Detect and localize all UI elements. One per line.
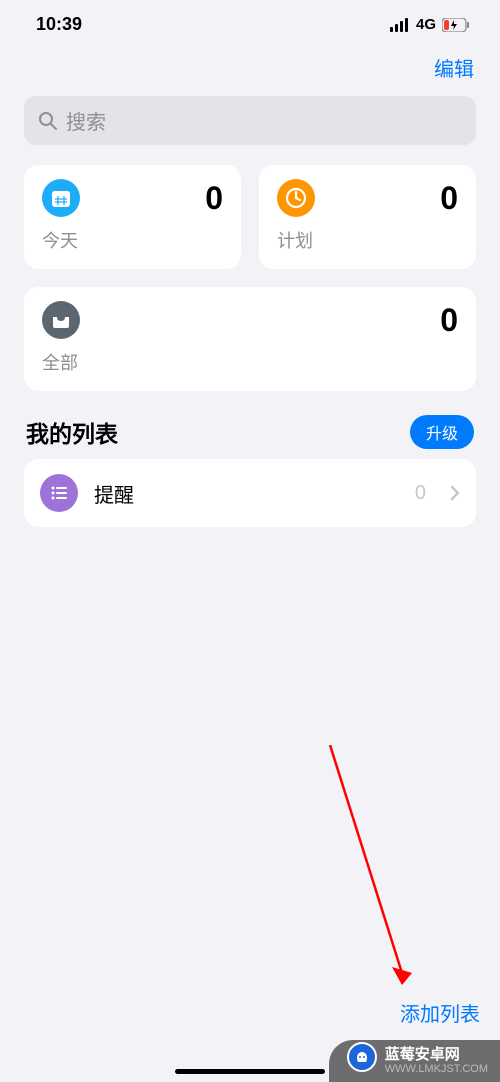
scheduled-count: 0 bbox=[440, 180, 458, 217]
cards-container: 0 今天 0 计划 0 全部 bbox=[0, 145, 500, 391]
search-placeholder: 搜索 bbox=[66, 106, 106, 135]
search-icon bbox=[38, 111, 58, 131]
all-count: 0 bbox=[440, 302, 458, 339]
status-time: 10:39 bbox=[36, 14, 82, 35]
all-label: 全部 bbox=[42, 349, 458, 375]
watermark-url: WWW.LMKJST.COM bbox=[385, 1063, 488, 1075]
status-bar: 10:39 4G bbox=[0, 0, 500, 43]
upgrade-button[interactable]: 升级 bbox=[410, 415, 474, 449]
inbox-icon bbox=[42, 301, 80, 339]
today-label: 今天 bbox=[42, 227, 223, 253]
section-header: 我的列表 升级 bbox=[0, 391, 500, 459]
watermark-title: 蓝莓安卓网 bbox=[385, 1047, 488, 1064]
add-list-button[interactable]: 添加列表 bbox=[400, 998, 480, 1027]
chevron-right-icon bbox=[450, 485, 460, 501]
battery-icon bbox=[442, 18, 470, 32]
all-card[interactable]: 0 全部 bbox=[24, 287, 476, 391]
calendar-icon bbox=[42, 179, 80, 217]
list-container: 提醒 0 bbox=[24, 459, 476, 527]
list-item[interactable]: 提醒 0 bbox=[24, 459, 476, 527]
signal-icon bbox=[390, 18, 410, 32]
home-indicator[interactable] bbox=[175, 1069, 325, 1074]
status-right: 4G bbox=[390, 16, 470, 33]
scheduled-label: 计划 bbox=[277, 227, 458, 253]
watermark: 蓝莓安卓网 WWW.LMKJST.COM bbox=[329, 1040, 500, 1082]
list-count: 0 bbox=[415, 482, 426, 505]
watermark-logo-icon bbox=[347, 1042, 377, 1072]
clock-icon bbox=[277, 179, 315, 217]
section-title: 我的列表 bbox=[26, 415, 118, 449]
today-card[interactable]: 0 今天 bbox=[24, 165, 241, 269]
search-bar[interactable]: 搜索 bbox=[24, 96, 476, 145]
edit-button[interactable]: 编辑 bbox=[434, 53, 474, 82]
header: 编辑 bbox=[0, 43, 500, 96]
scheduled-card[interactable]: 0 计划 bbox=[259, 165, 476, 269]
network-label: 4G bbox=[416, 16, 436, 33]
annotation-arrow bbox=[320, 745, 420, 1005]
list-bullet-icon bbox=[40, 474, 78, 512]
today-count: 0 bbox=[205, 180, 223, 217]
list-label: 提醒 bbox=[94, 479, 399, 508]
